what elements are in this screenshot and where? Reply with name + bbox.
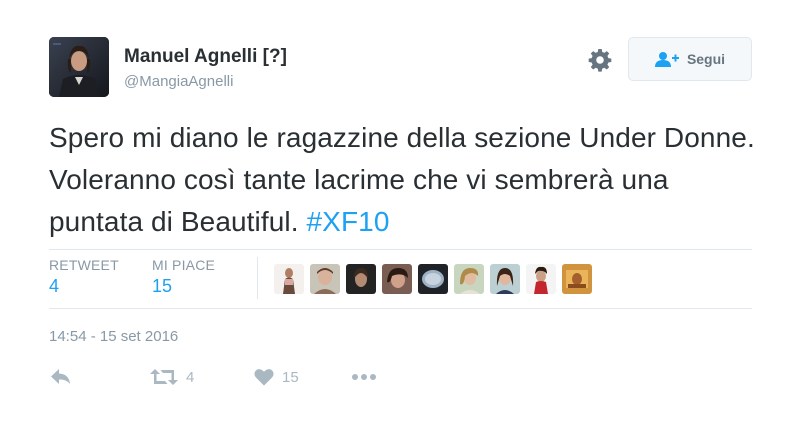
like-action-count: 15 — [282, 368, 299, 386]
like-stat-label: MI PIACE — [152, 257, 216, 273]
tweet-timestamp[interactable]: 14:54 - 15 set 2016 — [49, 328, 178, 345]
gear-icon[interactable] — [587, 47, 613, 73]
liker-avatar[interactable] — [274, 264, 304, 294]
more-icon — [352, 374, 376, 380]
reply-button[interactable] — [50, 365, 72, 389]
retweet-stat-count: 4 — [49, 276, 60, 296]
heart-icon — [254, 369, 274, 386]
avatar[interactable] — [49, 37, 109, 97]
liker-avatar[interactable] — [526, 264, 556, 294]
more-button[interactable] — [351, 365, 377, 389]
follow-button[interactable]: Segui — [628, 37, 752, 81]
divider — [49, 249, 752, 250]
liker-avatar[interactable] — [454, 264, 484, 294]
retweet-action-count: 4 — [186, 368, 195, 386]
retweet-button[interactable]: 4 — [150, 365, 194, 389]
liker-avatar[interactable] — [346, 264, 376, 294]
stats-separator — [257, 257, 258, 299]
avatar-image — [49, 37, 109, 97]
liker-avatar[interactable] — [490, 264, 520, 294]
follow-user-icon — [654, 52, 679, 67]
divider — [49, 308, 752, 309]
liker-avatar[interactable] — [382, 264, 412, 294]
tweet-text: Spero mi diano le ragazzine della sezion… — [49, 117, 759, 243]
retweet-stat-label: RETWEET — [49, 257, 119, 273]
reply-icon — [51, 369, 70, 384]
tweet-card: Manuel Agnelli [?] @MangiaAgnelli Segui … — [0, 0, 800, 427]
retweet-stat[interactable]: RETWEET 4 — [49, 257, 119, 297]
hashtag-link[interactable]: #XF10 — [307, 206, 390, 237]
like-button[interactable]: 15 — [254, 365, 299, 389]
author-name[interactable]: Manuel Agnelli [?] — [124, 46, 287, 68]
liker-avatar[interactable] — [562, 264, 592, 294]
follow-label: Segui — [686, 51, 726, 67]
retweet-icon — [150, 369, 178, 385]
like-stat-count: 15 — [152, 276, 173, 296]
author-handle[interactable]: @MangiaAgnelli — [124, 73, 233, 90]
like-stat[interactable]: MI PIACE 15 — [152, 257, 215, 297]
liker-avatar[interactable] — [418, 264, 448, 294]
tweet-body: Spero mi diano le ragazzine della sezion… — [49, 122, 755, 237]
liker-avatars — [274, 264, 592, 294]
liker-avatar[interactable] — [310, 264, 340, 294]
